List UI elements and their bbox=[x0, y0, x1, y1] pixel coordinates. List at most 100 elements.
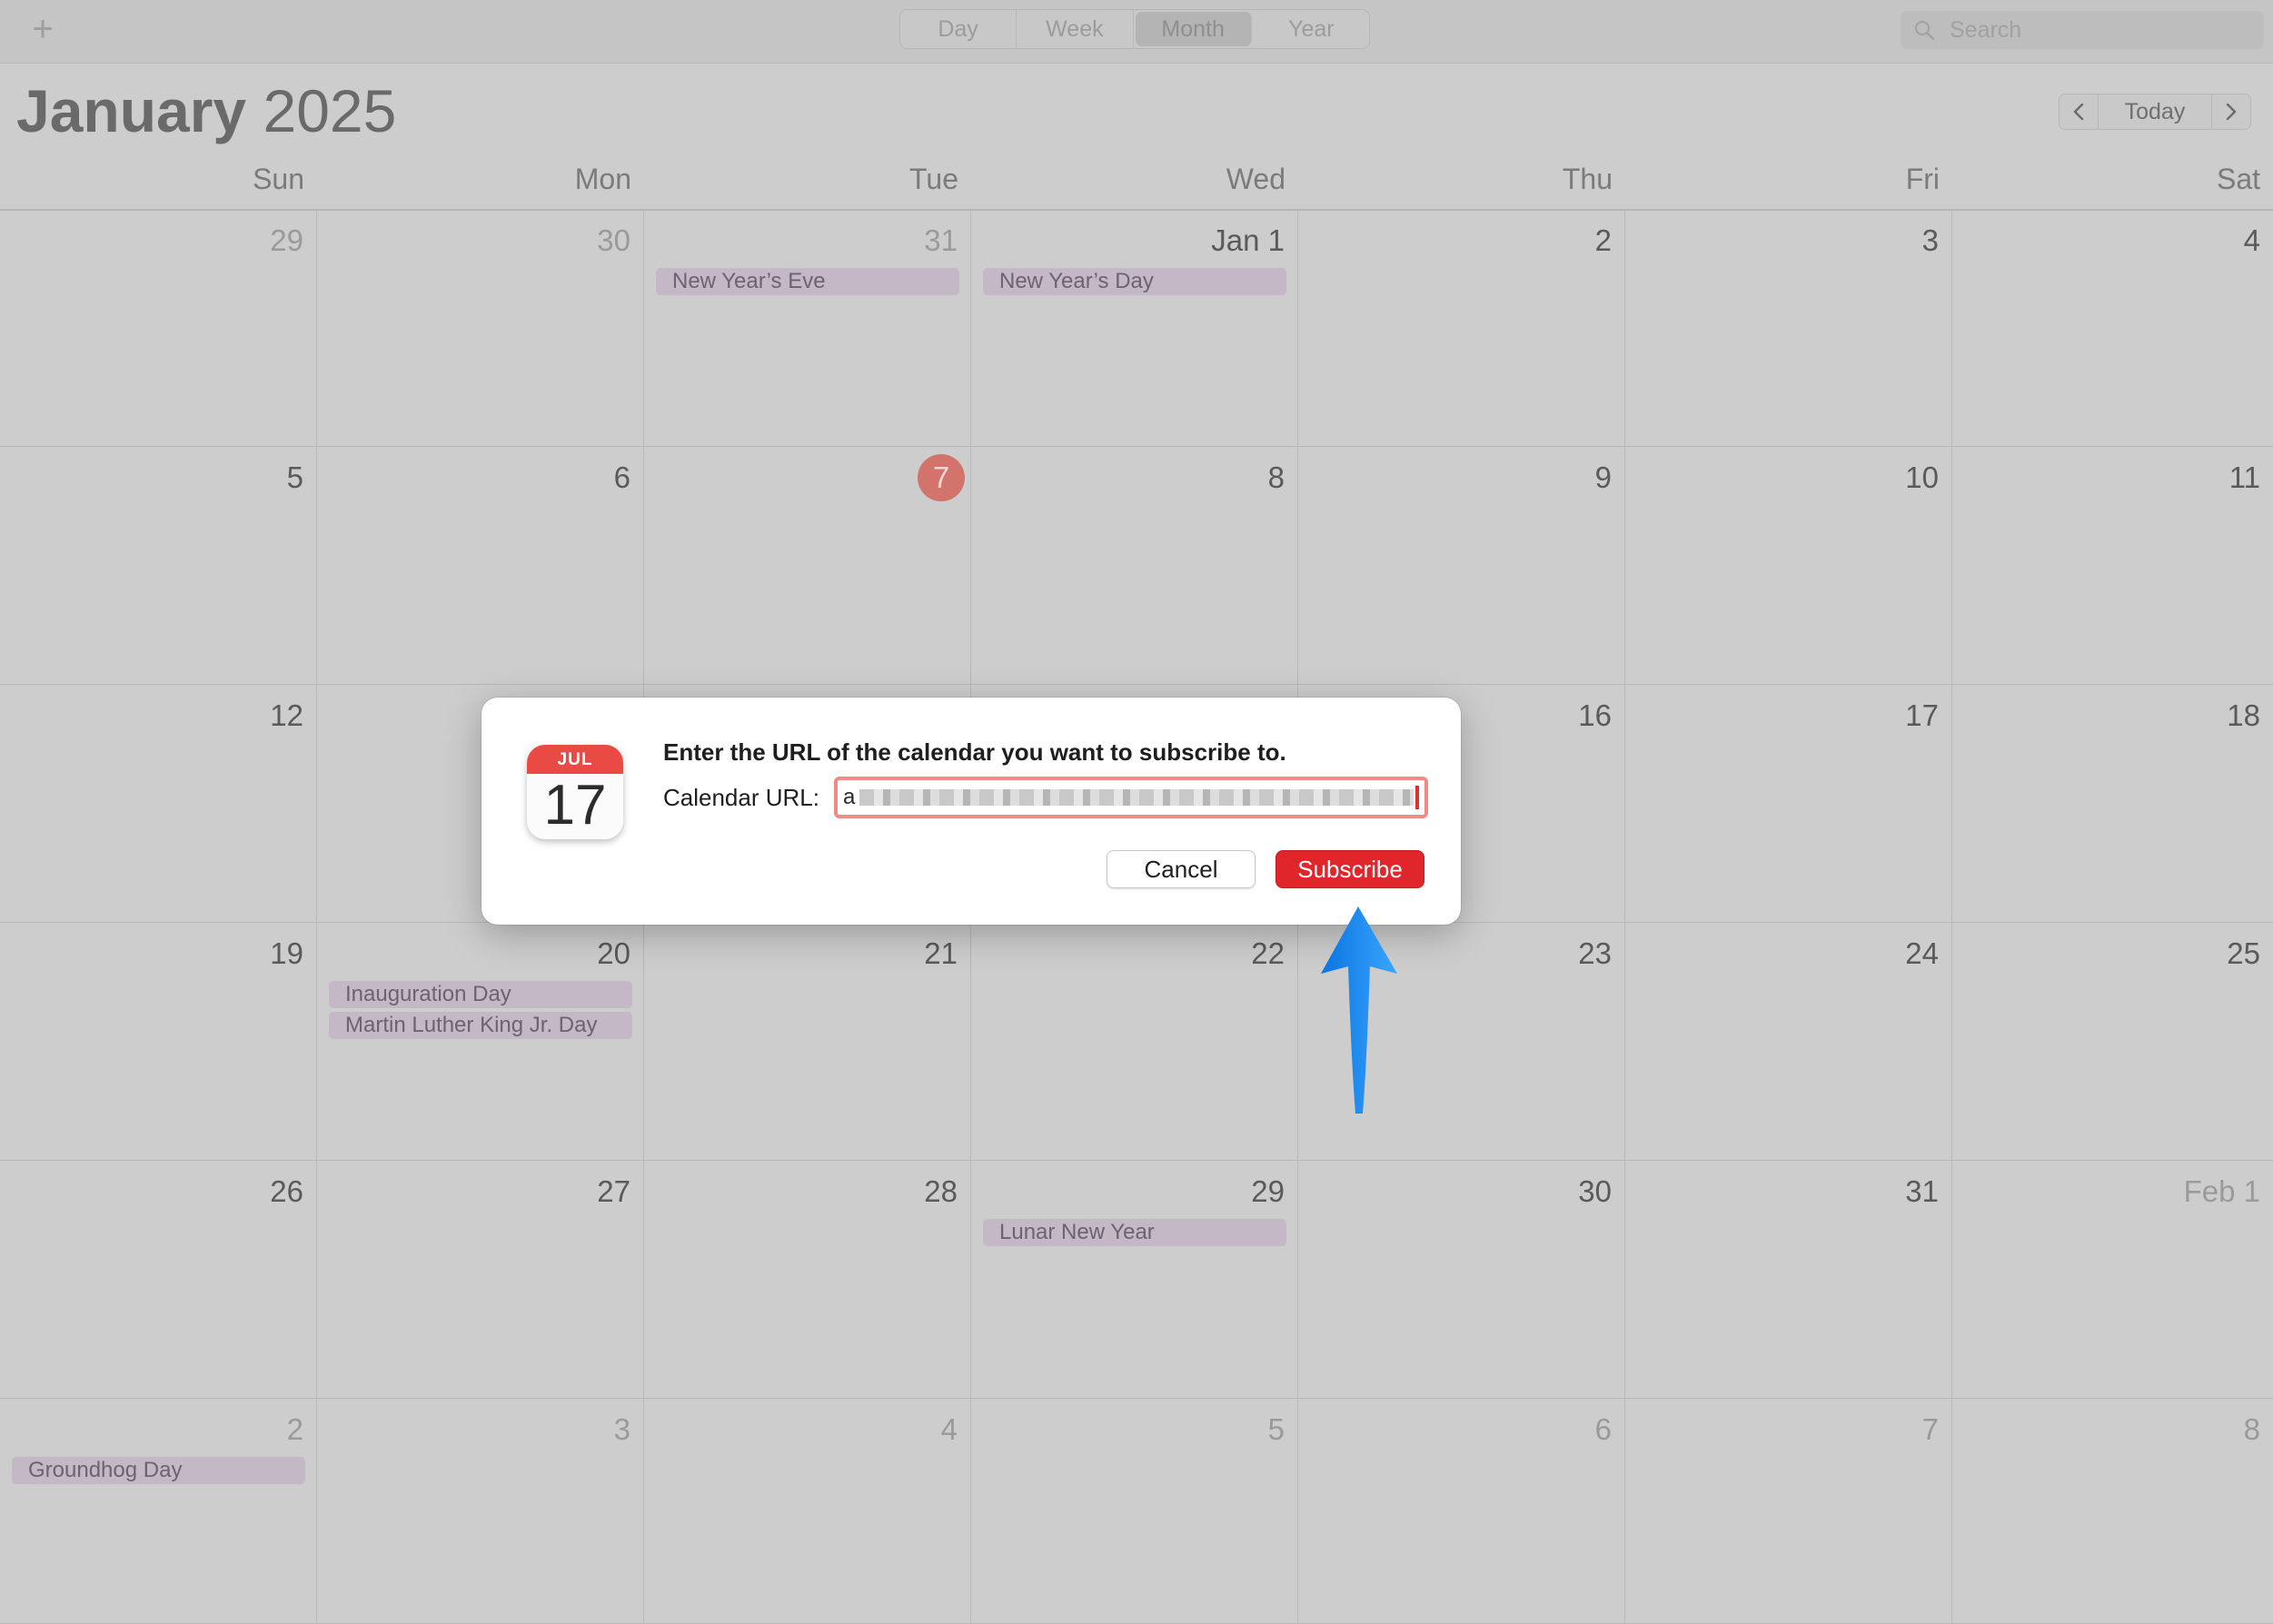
day-cell[interactable]: 3 bbox=[317, 1399, 644, 1624]
day-number: 4 bbox=[940, 1412, 958, 1446]
day-cell[interactable]: 18 bbox=[1952, 685, 2273, 923]
day-cell[interactable]: 29 Lunar New Year bbox=[971, 1161, 1298, 1399]
day-number: 25 bbox=[2227, 936, 2260, 970]
day-cell[interactable]: 6 bbox=[1298, 1399, 1625, 1624]
weekday-sat: Sat bbox=[2216, 163, 2260, 195]
previous-month-button[interactable] bbox=[2059, 94, 2099, 130]
calendar-url-value: a bbox=[843, 785, 856, 809]
day-cell[interactable]: 24 bbox=[1625, 923, 1952, 1161]
text-caret bbox=[1415, 786, 1419, 809]
year-label: 2025 bbox=[263, 77, 397, 144]
next-month-button[interactable] bbox=[2211, 94, 2251, 130]
event-chip[interactable]: Martin Luther King Jr. Day bbox=[329, 1012, 632, 1039]
tab-week[interactable]: Week bbox=[1017, 10, 1134, 48]
day-cell[interactable]: 28 bbox=[644, 1161, 971, 1399]
day-cell[interactable]: 31 New Year’s Eve bbox=[644, 210, 971, 447]
day-cell[interactable]: 10 bbox=[1625, 447, 1952, 685]
day-number: 9 bbox=[1594, 460, 1612, 494]
event-chip[interactable]: New Year’s Eve bbox=[656, 268, 959, 295]
day-cell[interactable]: 5 bbox=[971, 1399, 1298, 1624]
subscribe-button[interactable]: Subscribe bbox=[1275, 850, 1424, 888]
day-number: Jan 1 bbox=[1211, 223, 1285, 257]
tab-month[interactable]: Month bbox=[1135, 12, 1252, 46]
day-cell[interactable]: 6 bbox=[317, 447, 644, 685]
day-cell[interactable]: 30 bbox=[1298, 1161, 1625, 1399]
day-cell[interactable]: Feb 1 bbox=[1952, 1161, 2273, 1399]
weekday-tue: Tue bbox=[909, 163, 958, 195]
day-number: 11 bbox=[2228, 460, 2260, 494]
page-title: January 2025 bbox=[16, 74, 396, 147]
day-number: 5 bbox=[286, 460, 303, 494]
day-cell[interactable]: 8 bbox=[1952, 1399, 2273, 1624]
day-number: 19 bbox=[270, 936, 303, 970]
event-chip[interactable]: Inauguration Day bbox=[329, 981, 632, 1008]
day-number: 2 bbox=[286, 1412, 303, 1446]
day-number: 24 bbox=[1905, 936, 1939, 970]
day-cell[interactable]: 17 bbox=[1625, 685, 1952, 923]
day-number: 18 bbox=[2227, 698, 2260, 732]
cancel-button[interactable]: Cancel bbox=[1107, 850, 1256, 888]
day-number: Feb 1 bbox=[2183, 1174, 2260, 1208]
event-chip[interactable]: Groundhog Day bbox=[12, 1457, 305, 1484]
day-number: 31 bbox=[1905, 1174, 1939, 1208]
day-cell[interactable]: 26 bbox=[0, 1161, 317, 1399]
day-number: 7 bbox=[1921, 1412, 1939, 1446]
search-placeholder: Search bbox=[1950, 17, 2022, 43]
day-number: 23 bbox=[1578, 936, 1612, 970]
arrow-up-icon bbox=[1321, 906, 1397, 1114]
chevron-left-icon bbox=[2073, 103, 2084, 121]
weekday-fri: Fri bbox=[1905, 163, 1940, 195]
day-number: 12 bbox=[270, 698, 303, 732]
day-number: 30 bbox=[1578, 1174, 1612, 1208]
view-switcher: Day Week Month Year bbox=[899, 9, 1370, 49]
day-number: 31 bbox=[924, 223, 958, 257]
day-number: 3 bbox=[613, 1412, 630, 1446]
day-number: 8 bbox=[1267, 460, 1285, 494]
day-cell[interactable]: 21 bbox=[644, 923, 971, 1161]
day-number: 30 bbox=[597, 223, 630, 257]
day-number: 6 bbox=[613, 460, 630, 494]
day-number: 29 bbox=[270, 223, 303, 257]
day-cell[interactable]: 7 bbox=[644, 447, 971, 685]
day-cell[interactable]: 30 bbox=[317, 210, 644, 447]
add-event-button[interactable]: + bbox=[27, 11, 58, 47]
day-cell[interactable]: Jan 1 New Year’s Day bbox=[971, 210, 1298, 447]
day-number: 17 bbox=[1905, 698, 1939, 732]
day-cell[interactable]: 2 Groundhog Day bbox=[0, 1399, 317, 1624]
day-number: 26 bbox=[270, 1174, 303, 1208]
day-cell[interactable]: 29 bbox=[0, 210, 317, 447]
tab-year[interactable]: Year bbox=[1254, 10, 1369, 48]
day-cell[interactable]: 8 bbox=[971, 447, 1298, 685]
day-cell[interactable]: 25 bbox=[1952, 923, 2273, 1161]
calendar-url-input[interactable]: a bbox=[834, 777, 1428, 818]
redacted-url-text bbox=[859, 789, 1414, 806]
weekday-sun: Sun bbox=[253, 163, 304, 195]
day-cell[interactable]: 4 bbox=[644, 1399, 971, 1624]
event-chip[interactable]: New Year’s Day bbox=[983, 268, 1286, 295]
day-cell[interactable]: 5 bbox=[0, 447, 317, 685]
calendar-icon-day: 17 bbox=[543, 774, 607, 837]
event-chip[interactable]: Lunar New Year bbox=[983, 1219, 1286, 1246]
day-cell[interactable]: 2 bbox=[1298, 210, 1625, 447]
day-number: 3 bbox=[1921, 223, 1939, 257]
day-cell[interactable]: 22 bbox=[971, 923, 1298, 1161]
day-cell[interactable]: 3 bbox=[1625, 210, 1952, 447]
day-cell[interactable]: 4 bbox=[1952, 210, 2273, 447]
tab-day[interactable]: Day bbox=[900, 10, 1017, 48]
day-cell[interactable]: 27 bbox=[317, 1161, 644, 1399]
day-cell[interactable]: 9 bbox=[1298, 447, 1625, 685]
day-cell[interactable]: 12 bbox=[0, 685, 317, 923]
day-cell[interactable]: 7 bbox=[1625, 1399, 1952, 1624]
month-name: January bbox=[16, 77, 247, 144]
search-icon bbox=[1914, 20, 1935, 41]
day-number: 16 bbox=[1578, 698, 1612, 732]
search-field[interactable]: Search bbox=[1901, 11, 2264, 49]
toolbar: + Day Week Month Year Search bbox=[0, 0, 2273, 64]
day-number: 27 bbox=[597, 1174, 630, 1208]
day-cell[interactable]: 19 bbox=[0, 923, 317, 1161]
day-cell[interactable]: 20 Inauguration Day Martin Luther King Jr.… bbox=[317, 923, 644, 1161]
day-cell[interactable]: 31 bbox=[1625, 1161, 1952, 1399]
day-cell[interactable]: 11 bbox=[1952, 447, 2273, 685]
day-number: 4 bbox=[2243, 223, 2260, 257]
today-button[interactable]: Today bbox=[2099, 94, 2211, 130]
